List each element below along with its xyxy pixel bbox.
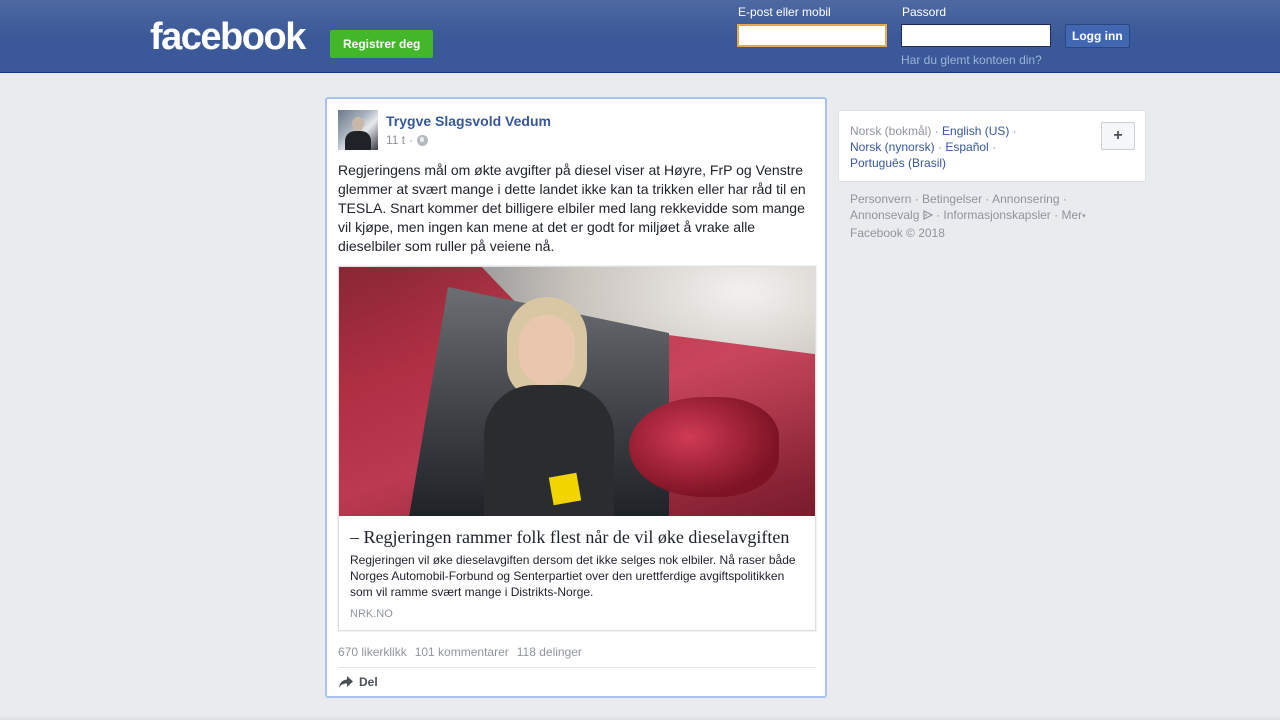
- password-label: Passord: [902, 5, 947, 19]
- comments-count[interactable]: 101 kommentarer: [415, 645, 509, 659]
- copyright: Facebook © 2018: [850, 226, 945, 240]
- language-option[interactable]: Norsk (nynorsk): [850, 140, 935, 154]
- email-label: E-post eller mobil: [738, 5, 831, 19]
- post-timestamp[interactable]: 11 t: [386, 133, 405, 147]
- forgot-account-link[interactable]: Har du glemt kontoen din?: [901, 53, 1042, 67]
- link-description: Regjeringen vil øke dieselavgiften derso…: [350, 553, 796, 599]
- language-option[interactable]: Español: [945, 140, 988, 154]
- sticker-shape: [548, 472, 582, 506]
- post-stats: 670 likerklikk 101 kommentarer 118 delin…: [338, 645, 582, 659]
- post-author[interactable]: Trygve Slagsvold Vedum: [386, 113, 551, 129]
- share-arrow-icon: [339, 676, 353, 688]
- globe-icon[interactable]: [417, 134, 429, 146]
- link-source: NRK.NO: [350, 608, 393, 620]
- link-title[interactable]: – Regjeringen rammer folk flest når de v…: [350, 526, 804, 548]
- post-meta: 11 t ·: [386, 133, 429, 147]
- email-field[interactable]: [737, 24, 887, 47]
- caret-down-icon: ▾: [1082, 213, 1086, 220]
- likes-count[interactable]: 670 likerklikk: [338, 645, 407, 659]
- share-button[interactable]: Del: [338, 675, 378, 689]
- adchoices-icon: [923, 210, 933, 220]
- stats-divider: [338, 667, 816, 668]
- link-preview-body: – Regjeringen rammer folk flest når de v…: [339, 516, 815, 630]
- footer-link[interactable]: Annonsevalg: [850, 208, 919, 222]
- person-face-shape: [519, 315, 575, 385]
- share-label: Del: [359, 675, 378, 689]
- language-option[interactable]: English (US): [942, 124, 1009, 138]
- language-option[interactable]: Português (Brasil): [850, 156, 946, 170]
- person-body-shape: [484, 385, 614, 516]
- avatar[interactable]: [338, 110, 378, 150]
- side-mirror-shape: [629, 397, 779, 497]
- post-text: Regjeringens mål om økte avgifter på die…: [338, 162, 806, 254]
- login-button[interactable]: Logg inn: [1065, 24, 1130, 48]
- register-button[interactable]: Registrer deg: [330, 30, 434, 58]
- avatar-body: [345, 131, 371, 150]
- link-preview[interactable]: – Regjeringen rammer folk flest når de v…: [338, 266, 816, 631]
- add-language-button[interactable]: +: [1101, 122, 1135, 150]
- meta-separator: ·: [409, 133, 414, 147]
- footer-link[interactable]: Betingelser: [922, 192, 982, 206]
- footer-links: Personvern · Betingelser · Annonsering ·…: [850, 192, 1086, 240]
- facebook-logo[interactable]: facebook: [150, 17, 306, 57]
- avatar-head: [352, 117, 364, 131]
- current-language: Norsk (bokmål): [850, 124, 932, 138]
- footer-link[interactable]: Informasjonskapsler: [943, 208, 1050, 222]
- footer-link[interactable]: Annonsering: [992, 192, 1059, 206]
- shares-count[interactable]: 118 delinger: [517, 645, 582, 659]
- password-field[interactable]: [901, 24, 1051, 47]
- top-bar: facebook Registrer deg E-post eller mobi…: [0, 0, 1280, 73]
- footer-link[interactable]: Mer: [1061, 208, 1082, 222]
- language-selector: Norsk (bokmål) · English (US) · Norsk (n…: [838, 110, 1146, 182]
- post-card: Trygve Slagsvold Vedum 11 t · Regjeringe…: [325, 97, 827, 698]
- language-list: Norsk (bokmål) · English (US) · Norsk (n…: [850, 124, 1017, 170]
- link-preview-image[interactable]: [339, 267, 815, 516]
- bottom-strip: [0, 715, 1280, 720]
- footer-link[interactable]: Personvern: [850, 192, 911, 206]
